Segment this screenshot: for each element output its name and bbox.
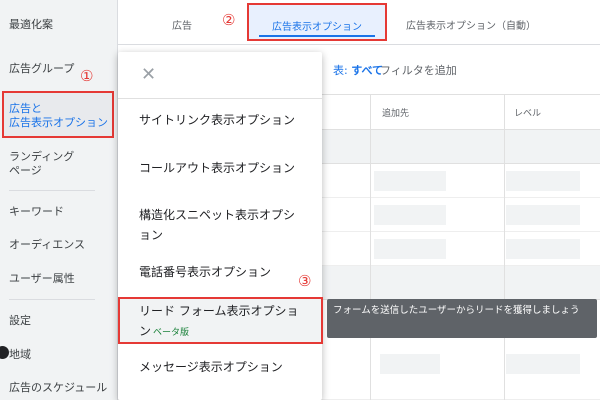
sidebar-divider xyxy=(9,190,95,191)
cell-placeholder xyxy=(374,239,446,259)
lead-form-tooltip: フォームを送信したユーザーからリードを獲得しましょう xyxy=(327,299,597,338)
sidebar-item-ads-extensions[interactable]: 広告と 広告表示オプション xyxy=(2,91,114,138)
column-separator xyxy=(370,130,371,400)
sidebar-item-landing-pages[interactable]: ランディング ページ xyxy=(9,150,74,178)
column-separator xyxy=(370,95,371,129)
tab-ad-extensions-label: 広告表示オプション xyxy=(272,22,362,33)
sidebar-divider xyxy=(9,299,95,300)
menu-divider xyxy=(118,98,322,99)
menu-item-callout[interactable]: コールアウト表示オプション xyxy=(139,158,305,178)
menu-item-lead-form[interactable]: リード フォーム表示オプション ベータ版 xyxy=(118,297,323,344)
tab-auto-extensions[interactable]: 広告表示オプション（自動） xyxy=(406,17,536,32)
sidebar-item-ads-extensions-label: 広告と 広告表示オプション xyxy=(9,102,108,129)
sidebar-item-demographics[interactable]: ユーザー属性 xyxy=(9,272,75,286)
cell-placeholder xyxy=(506,171,580,191)
filter-chip-all[interactable]: 表: すべて xyxy=(333,62,383,78)
sidebar-item-ad-schedule[interactable]: 広告のスケジュール xyxy=(9,381,107,395)
location-icon xyxy=(0,346,9,359)
extension-type-menu: ✕ サイトリンク表示オプション コールアウト表示オプション 構造化スニペット表示… xyxy=(118,52,323,400)
add-filter-link[interactable]: フィルタを追加 xyxy=(380,62,457,78)
menu-item-message[interactable]: メッセージ表示オプション xyxy=(139,357,305,377)
sidebar-nav: 最適化案 広告グループ 広告と 広告表示オプション ランディング ページ キーワ… xyxy=(0,0,118,400)
cell-placeholder xyxy=(374,205,446,225)
cell-placeholder xyxy=(374,171,446,191)
cell-placeholder xyxy=(506,205,580,225)
tab-bar: 広告 広告表示オプション 広告表示オプション（自動） xyxy=(118,0,600,45)
filter-prefix: 表: xyxy=(333,64,348,77)
column-separator xyxy=(504,95,505,129)
active-tab-indicator xyxy=(259,35,375,37)
close-icon[interactable]: ✕ xyxy=(141,66,156,84)
tab-ads[interactable]: 広告 xyxy=(172,17,192,32)
filter-value-all: すべて xyxy=(351,64,384,77)
menu-item-lead-form-label: リード フォーム表示オプション ベータ版 xyxy=(139,301,305,343)
cell-placeholder xyxy=(506,239,580,259)
annotation-marker-1: ① xyxy=(80,67,94,85)
cell-placeholder xyxy=(380,354,440,374)
sidebar-item-keywords[interactable]: キーワード xyxy=(9,205,64,219)
column-header-added-to[interactable]: 追加先 xyxy=(382,106,409,119)
annotation-marker-2: ② xyxy=(222,11,236,29)
annotation-marker-3: ③ xyxy=(298,272,312,290)
menu-item-call[interactable]: 電話番号表示オプション xyxy=(139,262,305,282)
menu-item-sitelink[interactable]: サイトリンク表示オプション xyxy=(139,110,305,130)
column-separator xyxy=(504,130,505,400)
menu-item-structured-snippet[interactable]: 構造化スニペット表示オプション xyxy=(139,205,305,245)
sidebar-item-settings[interactable]: 設定 xyxy=(9,314,31,328)
sidebar-item-locations[interactable]: 地域 xyxy=(9,348,31,362)
sidebar-item-ad-groups[interactable]: 広告グループ xyxy=(9,62,74,76)
sidebar-item-audiences[interactable]: オーディエンス xyxy=(9,238,85,252)
tab-ad-extensions[interactable]: 広告表示オプション xyxy=(247,3,387,41)
sidebar-item-recommendations[interactable]: 最適化案 xyxy=(9,18,53,32)
column-header-level[interactable]: レベル xyxy=(514,106,541,119)
beta-badge: ベータ版 xyxy=(153,328,190,338)
cell-placeholder xyxy=(506,354,580,374)
